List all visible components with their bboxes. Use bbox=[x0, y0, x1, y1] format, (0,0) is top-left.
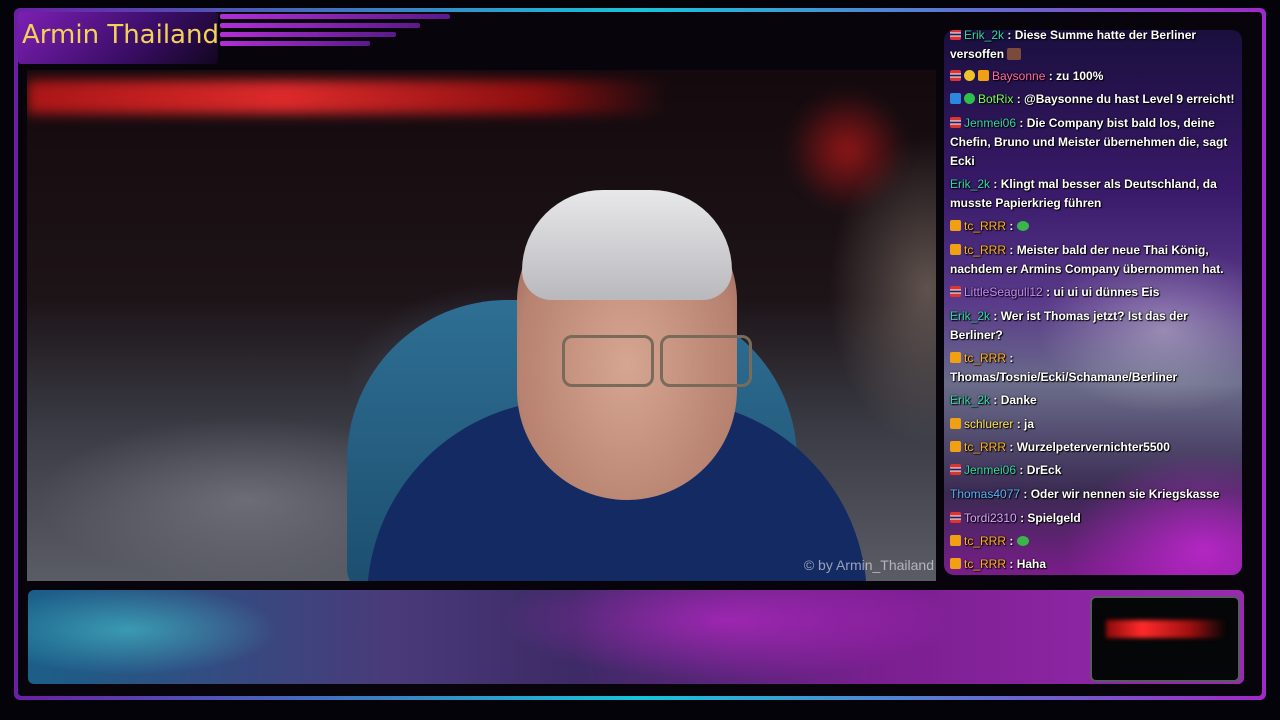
flag-badge-icon bbox=[950, 512, 961, 523]
chat-message: schluerer : ja bbox=[950, 415, 1238, 434]
chat-username[interactable]: Tordi2310 bbox=[964, 511, 1017, 525]
stripe bbox=[220, 23, 420, 28]
chat-username[interactable]: Erik_2k bbox=[964, 30, 1004, 42]
glasses-lens-right bbox=[660, 335, 752, 387]
chat-username[interactable]: Erik_2k bbox=[950, 393, 990, 407]
subscriber-badge-icon bbox=[950, 244, 961, 255]
chat-panel[interactable]: Erik_2k : Diese Summe hatte der Berliner… bbox=[944, 30, 1242, 575]
person-hair bbox=[522, 190, 732, 300]
stream-title: Armin Thailand bbox=[22, 20, 219, 50]
flag-badge-icon bbox=[950, 117, 961, 128]
chat-username[interactable]: LittleSeagull12 bbox=[964, 285, 1043, 299]
chat-username[interactable]: Thomas4077 bbox=[950, 487, 1020, 501]
green-emote-icon bbox=[1016, 221, 1029, 231]
chat-message: Erik_2k : Diese Summe hatte der Berliner… bbox=[950, 30, 1238, 64]
chat-message: tc_RRR : Haha bbox=[950, 555, 1238, 574]
chat-message: BotRix : @Baysonne du hast Level 9 errei… bbox=[950, 90, 1238, 109]
chat-text: : Oder wir nennen sie Kriegskasse bbox=[1023, 487, 1220, 501]
chat-text: : Klingt mal besser als Deutschland, da … bbox=[950, 177, 1217, 210]
chat-username[interactable]: Erik_2k bbox=[950, 309, 990, 323]
chat-message: tc_RRR : bbox=[950, 532, 1238, 551]
chat-username[interactable]: tc_RRR bbox=[964, 351, 1006, 365]
chat-message: Jenmei06 : DrEck bbox=[950, 461, 1238, 480]
chat-text: : DrEck bbox=[1019, 463, 1062, 477]
subscriber-badge-icon bbox=[950, 418, 961, 429]
chat-username[interactable]: tc_RRR bbox=[964, 534, 1006, 548]
subscriber-badge-icon bbox=[950, 352, 961, 363]
red-light-glow bbox=[787, 90, 907, 210]
chat-text: : zu 100% bbox=[1048, 69, 1104, 83]
bottom-banner bbox=[28, 590, 1244, 684]
flag-badge-icon bbox=[950, 286, 961, 297]
subscriber-badge-icon bbox=[978, 70, 989, 81]
chat-username[interactable]: Erik_2k bbox=[950, 177, 990, 191]
chat-message: Baysonne : zu 100% bbox=[950, 67, 1238, 86]
chat-username[interactable]: tc_RRR bbox=[964, 557, 1006, 571]
video-watermark: © by Armin_Thailand bbox=[803, 557, 934, 573]
stripe bbox=[220, 41, 370, 46]
secondary-camera bbox=[1090, 596, 1240, 682]
chat-text: : Spielgeld bbox=[1020, 511, 1081, 525]
red-light-bar bbox=[27, 80, 667, 114]
stripe bbox=[220, 32, 396, 37]
chat-username[interactable]: tc_RRR bbox=[964, 219, 1006, 233]
chat-message: Erik_2k : Danke bbox=[950, 391, 1238, 410]
chat-username[interactable]: BotRix bbox=[978, 92, 1013, 106]
subscriber-badge-icon bbox=[950, 558, 961, 569]
chat-text: : Danke bbox=[993, 393, 1037, 407]
chat-message: Jenmei06 : Die Company bist bald los, de… bbox=[950, 114, 1238, 171]
chat-username[interactable]: tc_RRR bbox=[964, 440, 1006, 454]
chat-text: : bbox=[1009, 534, 1014, 548]
flag-badge-icon bbox=[950, 30, 961, 40]
chat-text: : @Baysonne du hast Level 9 erreicht! bbox=[1016, 92, 1235, 106]
chat-message: tc_RRR : Thomas/Tosnie/Ecki/Schamane/Ber… bbox=[950, 349, 1238, 387]
subscriber-badge-icon bbox=[950, 220, 961, 231]
subscriber-badge-icon bbox=[950, 535, 961, 546]
brown-face-emote-icon bbox=[1007, 48, 1022, 60]
chat-username[interactable]: schluerer bbox=[964, 417, 1013, 431]
chat-message: tc_RRR : Wurzelpetervernichter5500 bbox=[950, 438, 1238, 457]
moderator-badge-icon bbox=[950, 93, 961, 104]
prime-badge-icon bbox=[964, 70, 975, 81]
chat-username[interactable]: Jenmei06 bbox=[964, 463, 1016, 477]
chat-text: : ja bbox=[1016, 417, 1035, 431]
flag-badge-icon bbox=[950, 464, 961, 475]
chat-message: Tordi2310 : Spielgeld bbox=[950, 509, 1238, 528]
chat-text: : Wurzelpetervernichter5500 bbox=[1009, 440, 1170, 454]
glasses-lens-left bbox=[562, 335, 654, 387]
green-emote-icon bbox=[1016, 536, 1029, 546]
flag-badge-icon bbox=[950, 70, 961, 81]
chat-message: tc_RRR : bbox=[950, 217, 1238, 236]
chat-text: : ui ui ui dünnes Eis bbox=[1046, 285, 1160, 299]
chat-username[interactable]: Jenmei06 bbox=[964, 116, 1016, 130]
chat-username[interactable]: tc_RRR bbox=[964, 243, 1006, 257]
chat-text: : bbox=[1009, 219, 1014, 233]
chat-message: tc_RRR : Meister bald der neue Thai Köni… bbox=[950, 241, 1238, 279]
chat-message: LittleSeagull12 : ui ui ui dünnes Eis bbox=[950, 283, 1238, 302]
chat-message: Thomas4077 : Oder wir nennen sie Kriegsk… bbox=[950, 485, 1238, 504]
chat-message: Erik_2k : Klingt mal besser als Deutschl… bbox=[950, 175, 1238, 213]
red-light-strip bbox=[1106, 620, 1226, 638]
chat-username[interactable]: Baysonne bbox=[992, 69, 1045, 83]
stripe bbox=[220, 14, 450, 19]
chat-text: : Haha bbox=[1009, 557, 1047, 571]
chat-message: Erik_2k : Wer ist Thomas jetzt? Ist das … bbox=[950, 307, 1238, 345]
glasses bbox=[542, 335, 752, 387]
verified-badge-icon bbox=[964, 93, 975, 104]
subscriber-badge-icon bbox=[950, 441, 961, 452]
title-decoration-stripes bbox=[220, 14, 450, 50]
webcam-video: © by Armin_Thailand bbox=[27, 70, 936, 581]
